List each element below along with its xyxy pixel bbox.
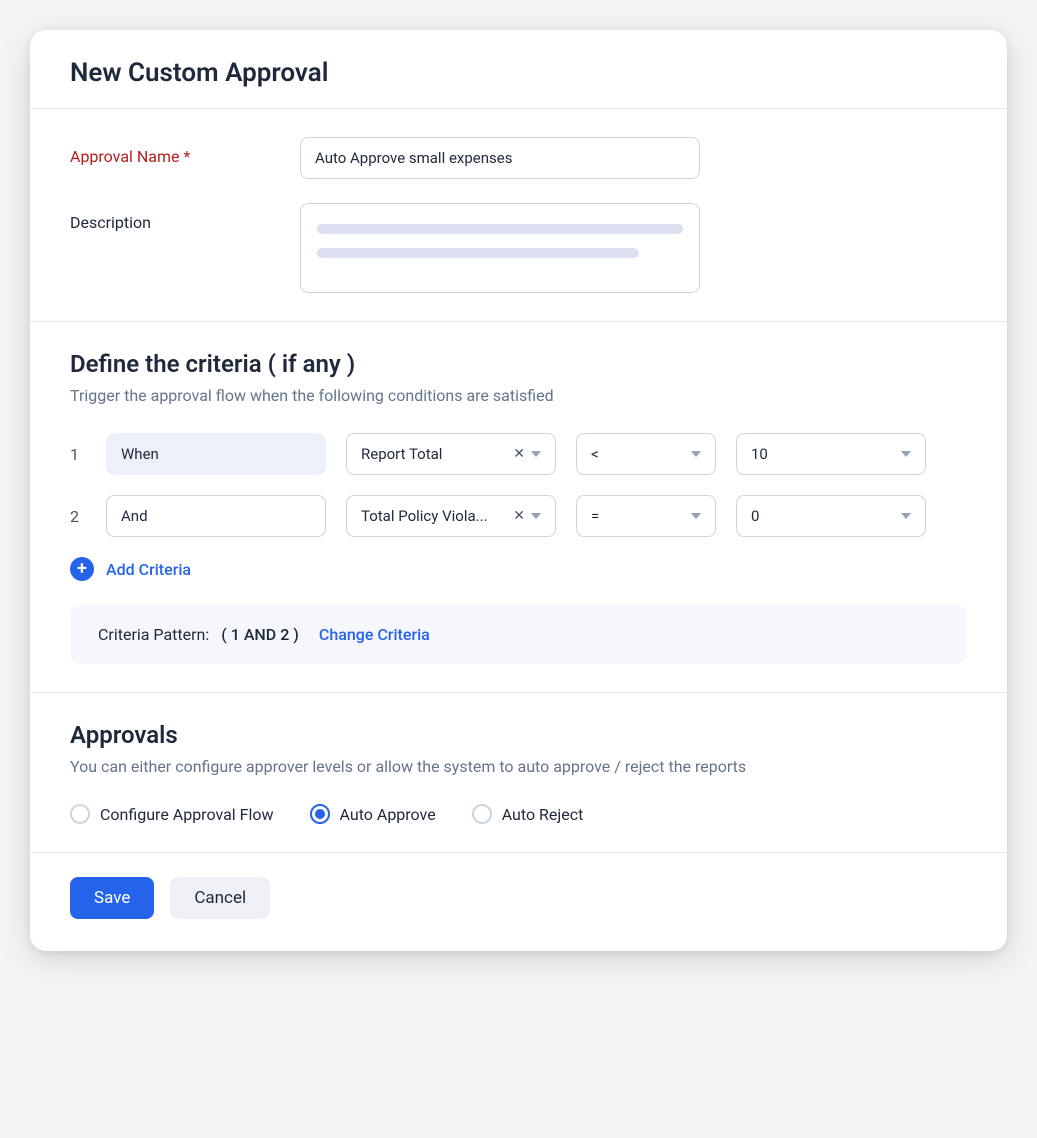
chevron-down-icon <box>901 513 911 519</box>
approvals-section: Approvals You can either configure appro… <box>30 693 1007 853</box>
criteria-number: 2 <box>70 507 86 526</box>
clear-icon[interactable]: ✕ <box>513 508 525 524</box>
radio-icon <box>70 804 90 824</box>
criteria-number: 1 <box>70 445 86 464</box>
approval-name-input[interactable] <box>300 137 700 179</box>
chevron-down-icon <box>531 451 541 457</box>
chevron-down-icon <box>901 451 911 457</box>
pattern-label: Criteria Pattern: <box>98 625 209 644</box>
header: New Custom Approval <box>30 30 1007 109</box>
approvals-title: Approvals <box>70 721 967 749</box>
radio-icon <box>472 804 492 824</box>
footer: Save Cancel <box>30 853 1007 951</box>
basic-info-section: Approval Name * Description <box>30 109 1007 322</box>
approval-option-radio[interactable]: Configure Approval Flow <box>70 804 274 824</box>
approvals-subtitle: You can either configure approver levels… <box>70 757 967 776</box>
page-title: New Custom Approval <box>70 58 967 88</box>
criteria-field-select[interactable]: Report Total✕ <box>346 433 556 475</box>
clear-icon[interactable]: ✕ <box>513 446 525 462</box>
placeholder-line <box>317 248 639 258</box>
radio-icon <box>310 804 330 824</box>
change-criteria-link[interactable]: Change Criteria <box>319 625 430 644</box>
description-textarea[interactable] <box>300 203 700 293</box>
chevron-down-icon <box>531 513 541 519</box>
criteria-row: 2 And Total Policy Viola...✕ = 0 <box>70 495 967 537</box>
criteria-connector: When <box>106 433 326 475</box>
description-label: Description <box>70 203 300 232</box>
criteria-section: Define the criteria ( if any ) Trigger t… <box>30 322 1007 693</box>
criteria-value-input[interactable]: 0 <box>736 495 926 537</box>
criteria-pattern-bar: Criteria Pattern: ( 1 AND 2 ) Change Cri… <box>70 605 967 664</box>
chevron-down-icon <box>691 451 701 457</box>
plus-icon: + <box>70 557 94 581</box>
criteria-value-input[interactable]: 10 <box>736 433 926 475</box>
chevron-down-icon <box>691 513 701 519</box>
save-button[interactable]: Save <box>70 877 154 919</box>
add-criteria-button[interactable]: + Add Criteria <box>70 557 967 581</box>
pattern-value: ( 1 AND 2 ) <box>221 625 299 644</box>
criteria-row: 1 When Report Total✕ <10 <box>70 433 967 475</box>
placeholder-line <box>317 224 683 234</box>
approval-option-radio[interactable]: Auto Reject <box>472 804 584 824</box>
radio-label: Auto Approve <box>340 805 436 824</box>
criteria-operator-select[interactable]: = <box>576 495 716 537</box>
criteria-connector[interactable]: And <box>106 495 326 537</box>
radio-label: Configure Approval Flow <box>100 805 274 824</box>
approval-form-card: New Custom Approval Approval Name * Desc… <box>30 30 1007 951</box>
add-criteria-label: Add Criteria <box>106 560 191 579</box>
cancel-button[interactable]: Cancel <box>170 877 270 919</box>
criteria-subtitle: Trigger the approval flow when the follo… <box>70 386 967 405</box>
criteria-title: Define the criteria ( if any ) <box>70 350 967 378</box>
criteria-field-select[interactable]: Total Policy Viola...✕ <box>346 495 556 537</box>
criteria-operator-select[interactable]: < <box>576 433 716 475</box>
approval-name-label: Approval Name * <box>70 137 300 166</box>
approval-option-radio[interactable]: Auto Approve <box>310 804 436 824</box>
radio-label: Auto Reject <box>502 805 584 824</box>
